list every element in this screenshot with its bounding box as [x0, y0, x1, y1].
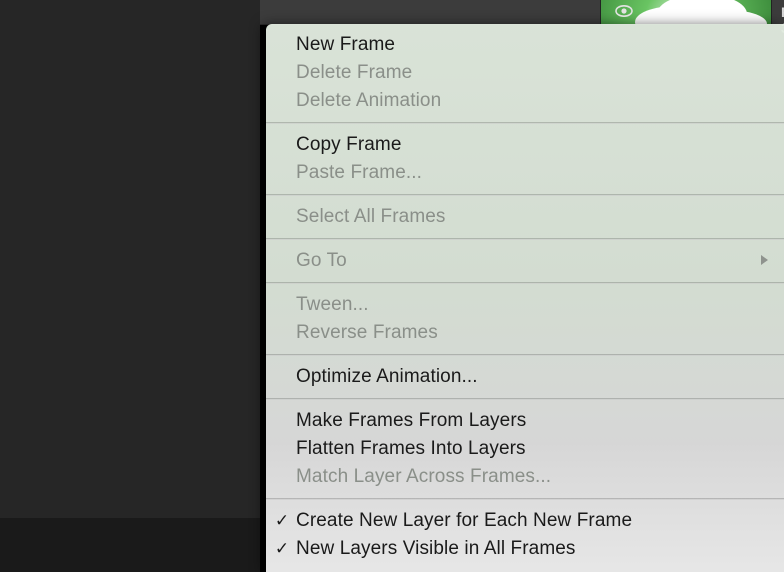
menu-select-all-frames: Select All Frames: [266, 203, 784, 231]
menu-new-layers-visible-all-frames[interactable]: ✓ New Layers Visible in All Frames: [266, 535, 784, 563]
app-window: Piggy 3 New Frame Delete Frame Delete An…: [0, 0, 784, 572]
menu-label: Delete Frame: [296, 62, 412, 83]
menu-separator: [266, 398, 784, 400]
menu-separator: [266, 354, 784, 356]
menu-label: Create New Layer for Each New Frame: [296, 510, 632, 531]
menu-label: Go To: [296, 250, 347, 271]
menu-label: Reverse Frames: [296, 322, 438, 343]
menu-label: Optimize Animation...: [296, 366, 478, 387]
menu-tween: Tween...: [266, 291, 784, 319]
menu-separator: [266, 282, 784, 284]
panel-footer: [0, 518, 260, 572]
menu-go-to: Go To: [266, 247, 784, 275]
menu-separator: [266, 194, 784, 196]
menu-label: Flatten Frames Into Layers: [296, 438, 526, 459]
menu-new-frame[interactable]: New Frame: [266, 31, 784, 59]
menu-label: New Layers Visible in All Frames: [296, 538, 576, 559]
menu-label: Tween...: [296, 294, 369, 315]
menu-separator: [266, 498, 784, 500]
thumbnail-shape: [657, 0, 747, 24]
menu-copy-frame[interactable]: Copy Frame: [266, 131, 784, 159]
menu-create-new-layer-each-frame[interactable]: ✓ Create New Layer for Each New Frame: [266, 507, 784, 535]
menu-delete-animation: Delete Animation: [266, 87, 784, 115]
menu-paste-frame: Paste Frame...: [266, 159, 784, 187]
menu-label: Match Layer Across Frames...: [296, 466, 551, 487]
menu-flatten-frames-into-layers[interactable]: Flatten Frames Into Layers: [266, 435, 784, 463]
menu-separator: [266, 238, 784, 240]
check-icon: ✓: [272, 535, 292, 563]
layer-row[interactable]: Piggy 3: [260, 0, 784, 25]
canvas-area: [0, 0, 260, 518]
menu-label: New Frame: [296, 34, 395, 55]
menu-label: Delete Animation: [296, 90, 441, 111]
menu-label: Paste Frame...: [296, 162, 422, 183]
menu-delete-frame: Delete Frame: [266, 59, 784, 87]
visibility-eye-icon[interactable]: [615, 4, 633, 23]
menu-make-frames-from-layers[interactable]: Make Frames From Layers: [266, 407, 784, 435]
menu-reverse-frames: Reverse Frames: [266, 319, 784, 347]
chevron-right-icon: [760, 247, 770, 275]
menu-optimize-animation[interactable]: Optimize Animation...: [266, 363, 784, 391]
menu-label: Make Frames From Layers: [296, 410, 526, 431]
menu-match-layer-across-frames: Match Layer Across Frames...: [266, 463, 784, 491]
timeline-flyout-menu: New Frame Delete Frame Delete Animation …: [266, 24, 784, 572]
menu-label: Select All Frames: [296, 206, 446, 227]
check-icon: ✓: [272, 507, 292, 535]
menu-separator: [266, 122, 784, 124]
menu-label: Copy Frame: [296, 134, 402, 155]
